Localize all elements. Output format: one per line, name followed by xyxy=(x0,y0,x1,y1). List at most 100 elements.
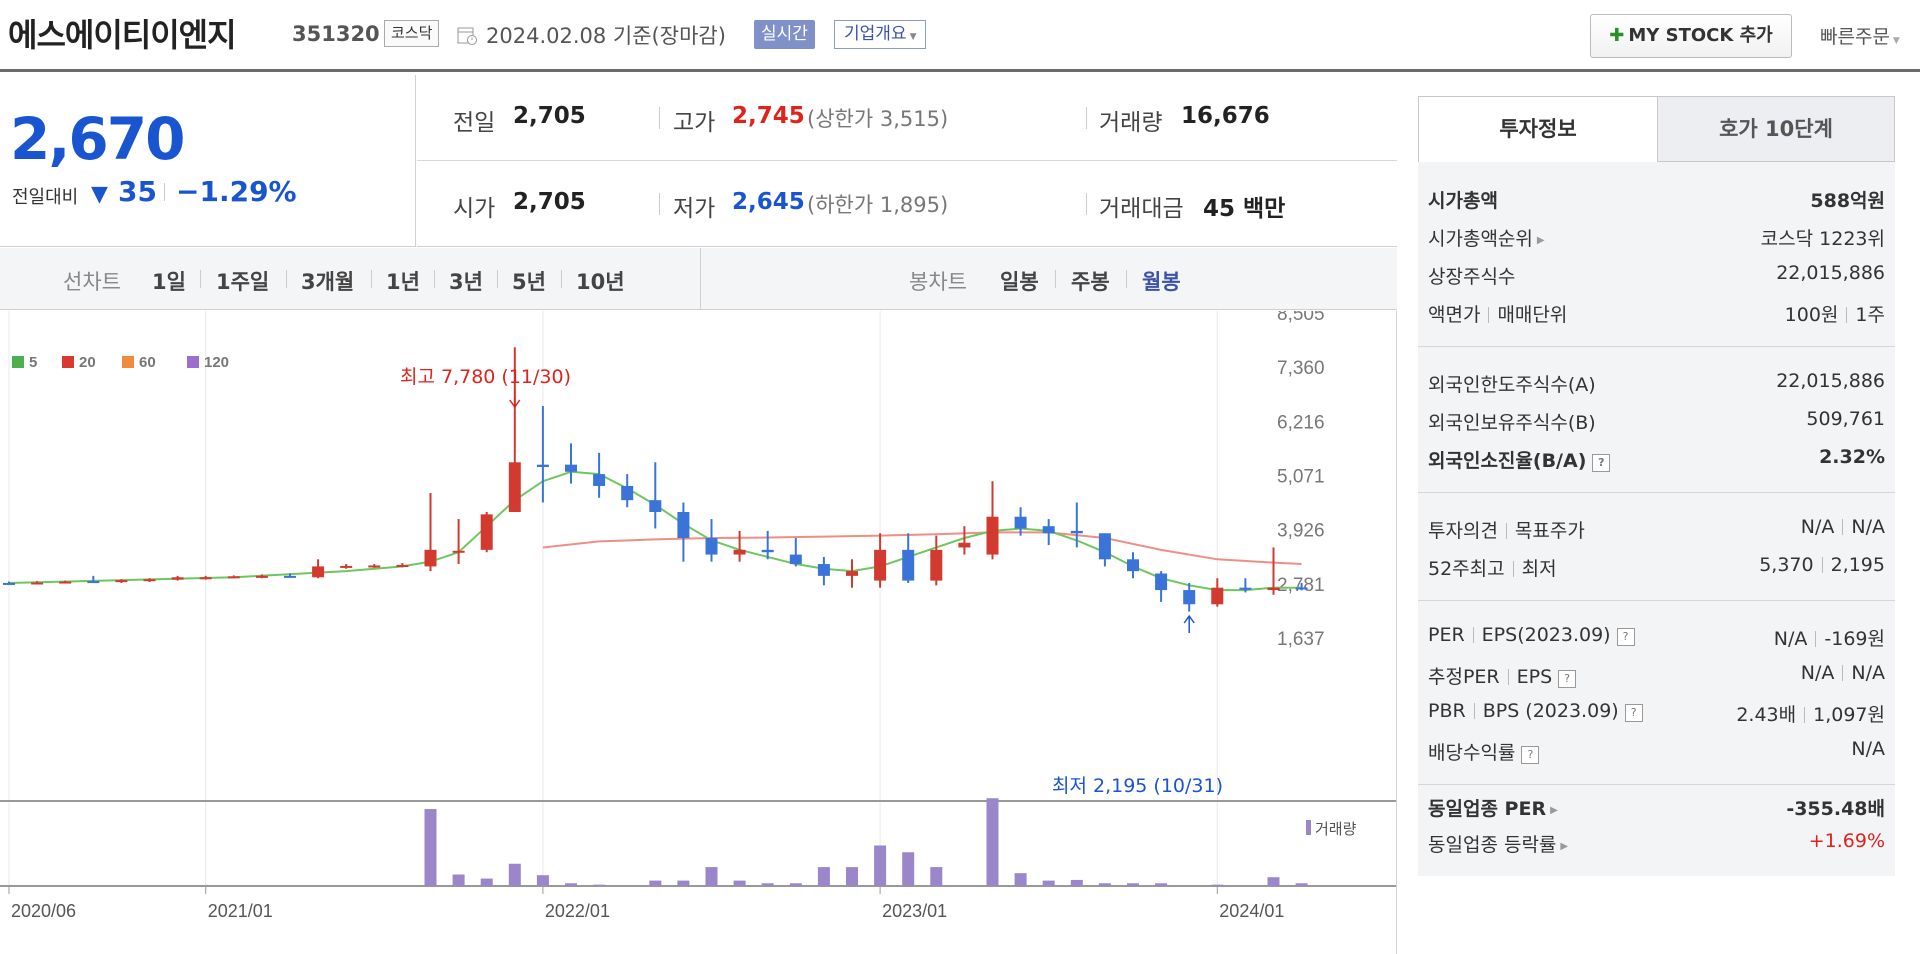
tab-1w[interactable]: 1주일 xyxy=(216,266,269,296)
divider xyxy=(1418,492,1895,493)
divider xyxy=(1473,703,1475,719)
stock-chart[interactable]: 520601208,5057,3606,2165,0713,9262,7811,… xyxy=(0,311,1397,954)
tab-1d[interactable]: 1일 xyxy=(152,266,186,296)
high-annotation: 최고 7,780 (11/30) xyxy=(400,366,571,388)
info-row: 시가총액순위 ▶ 코스닥 1223위 xyxy=(1428,224,1885,256)
volume-bar xyxy=(1042,880,1055,886)
market-cap-value: 588억원 xyxy=(1810,190,1885,212)
add-mystock-button[interactable]: ✚ MY STOCK 추가 xyxy=(1590,14,1792,58)
open-label: 시가 xyxy=(453,196,496,222)
chevron-down-icon: ▼ xyxy=(1892,36,1900,46)
volume-bar xyxy=(846,867,858,886)
down-triangle-icon: ▼ xyxy=(91,182,108,207)
volume-bar xyxy=(789,883,802,886)
legend-swatch xyxy=(12,356,24,368)
low-annotation: 최저 2,195 (10/31) xyxy=(1052,775,1223,797)
tab-investment-info[interactable]: 투자정보 xyxy=(1418,96,1658,162)
target-price-value: N/A xyxy=(1851,516,1885,538)
divider xyxy=(1086,193,1087,215)
info-row: 투자의견 목표주가 N/A N/A xyxy=(1428,516,1885,548)
help-icon[interactable]: ? xyxy=(1624,704,1643,722)
volume-value: 16,676 xyxy=(1181,103,1270,129)
divider xyxy=(1821,557,1823,573)
tab-5y[interactable]: 5년 xyxy=(512,266,546,296)
candle-body xyxy=(87,581,100,584)
candle-body xyxy=(396,564,409,567)
industry-change-value: +1.69% xyxy=(1808,830,1885,852)
info-row: 외국인보유주식수(B) 509,761 xyxy=(1428,408,1885,440)
tab-monthly[interactable]: 월봉 xyxy=(1142,266,1181,296)
foreign-hold-value: 509,761 xyxy=(1806,408,1885,430)
stats-row: 시가 2,705 저가 2,645 (하한가 1,895) 거래대금 45 백만 xyxy=(417,161,1397,247)
help-icon[interactable]: ? xyxy=(1558,670,1577,688)
pbr-label: PBR xyxy=(1428,700,1466,722)
date-label: 2024.02.08 기준(장마감) xyxy=(486,24,726,48)
volume-bar xyxy=(565,883,577,886)
chevron-right-icon: ▶ xyxy=(1536,235,1545,246)
market-cap-rank-link[interactable]: 시가총액순위 ▶ xyxy=(1428,224,1545,251)
volume-bar xyxy=(1267,877,1280,886)
tab-10y[interactable]: 10년 xyxy=(576,266,625,296)
volume-bar xyxy=(508,863,521,886)
stats-row: 전일 2,705 고가 2,745 (상한가 3,515) 거래량 16,676 xyxy=(417,75,1397,161)
tab-daily[interactable]: 일봉 xyxy=(1000,266,1039,296)
volume-bar xyxy=(733,880,746,886)
est-eps-value: N/A xyxy=(1851,662,1885,684)
wk52-high-label: 52주최고 xyxy=(1428,558,1505,580)
lower-limit: (하한가 1,895) xyxy=(807,193,949,217)
candle-body xyxy=(677,511,690,539)
divider xyxy=(1472,627,1474,643)
divider xyxy=(1418,600,1895,601)
est-per-label: 추정PER xyxy=(1428,666,1500,688)
volume-bar xyxy=(649,880,662,886)
prev-close-label: 전일 xyxy=(453,110,496,136)
tab-weekly[interactable]: 주봉 xyxy=(1071,266,1110,296)
line-chart-label: 선차트 xyxy=(63,270,121,294)
candle-body xyxy=(31,582,44,585)
company-overview-dropdown[interactable]: 기업개요 ▼ xyxy=(834,20,927,49)
stock-code: 351320 xyxy=(292,22,380,46)
prev-close-value: 2,705 xyxy=(513,103,586,129)
realtime-button[interactable]: 실시간 xyxy=(754,20,815,49)
x-tick-label: 2021/01 xyxy=(208,901,273,921)
candle-body xyxy=(1239,587,1252,590)
candle-body xyxy=(789,554,802,565)
target-price-label: 목표주가 xyxy=(1514,520,1585,542)
industry-change-link[interactable]: 동일업종 등락률 ▶ xyxy=(1428,830,1568,857)
y-tick-label: 7,360 xyxy=(1277,358,1325,379)
shares-label: 상장주식수 xyxy=(1428,266,1516,288)
chevron-right-icon: ▶ xyxy=(1560,841,1569,852)
plus-icon: ✚ xyxy=(1609,25,1625,46)
help-icon[interactable]: ? xyxy=(1521,746,1540,764)
tab-3m[interactable]: 3개월 xyxy=(301,266,354,296)
trading-unit: 1주 xyxy=(1855,304,1885,326)
candle-body xyxy=(227,576,240,579)
volume-bar xyxy=(817,867,830,886)
industry-per-label: 동일업종 PER xyxy=(1428,798,1547,820)
volume-bar xyxy=(1014,873,1027,886)
current-price-box: 2,670 전일대비 ▼ 35 −1.29% xyxy=(0,75,416,247)
divider xyxy=(164,183,165,201)
x-tick-label: 2024/01 xyxy=(1219,901,1284,921)
tab-1y[interactable]: 1년 xyxy=(386,266,420,296)
volume-bar xyxy=(1098,883,1111,886)
open-value: 2,705 xyxy=(513,189,586,215)
dividend-value: N/A xyxy=(1851,738,1885,760)
candle-body xyxy=(1267,587,1280,591)
help-icon[interactable]: ? xyxy=(1616,628,1635,646)
candle-body xyxy=(846,571,858,576)
x-tick-label: 2020/06 xyxy=(11,901,76,921)
volume-bar xyxy=(452,874,465,886)
tab-orderbook[interactable]: 호가 10단계 xyxy=(1657,96,1895,162)
volume-bar xyxy=(593,884,606,886)
overview-label: 기업개요 xyxy=(844,24,907,44)
industry-per-link[interactable]: 동일업종 PER ▶ xyxy=(1428,794,1558,821)
divider xyxy=(1126,270,1127,288)
quick-order-label: 빠른주문 xyxy=(1820,26,1890,48)
help-icon[interactable]: ? xyxy=(1592,454,1611,472)
tab-3y[interactable]: 3년 xyxy=(449,266,483,296)
quick-order-menu[interactable]: 빠른주문 ▼ xyxy=(1820,22,1900,49)
candle-body xyxy=(958,542,971,548)
volume-bar xyxy=(1070,879,1083,886)
divider xyxy=(1505,523,1507,539)
